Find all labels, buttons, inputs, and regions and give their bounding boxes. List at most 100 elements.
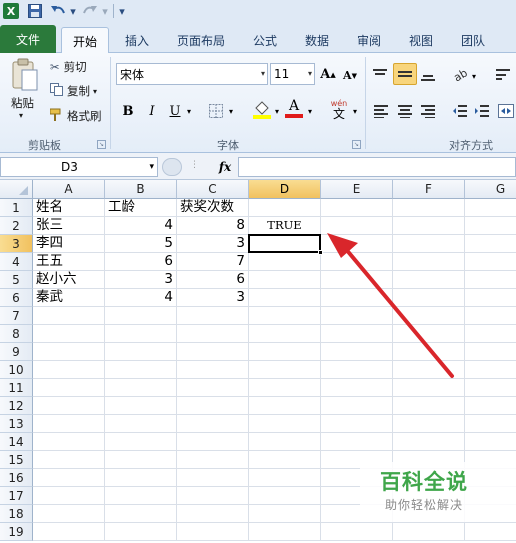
clipboard-launcher-icon[interactable]: ↘ [97, 140, 106, 149]
name-box-dropdown-icon[interactable]: ▾ [149, 158, 154, 176]
row-header-19[interactable]: 19 [0, 523, 33, 541]
cell-c18[interactable] [177, 505, 249, 523]
tab-team[interactable]: 团队 [450, 27, 496, 53]
tab-view[interactable]: 视图 [398, 27, 444, 53]
cell-c10[interactable] [177, 361, 249, 379]
phonetic-guide-button[interactable]: wén 文 [326, 97, 352, 123]
cell-c13[interactable] [177, 415, 249, 433]
cell-f13[interactable] [393, 415, 465, 433]
phonetic-dropdown-icon[interactable]: ▾ [350, 101, 360, 121]
cell-d16[interactable] [249, 469, 321, 487]
cell-c6[interactable]: 3 [177, 289, 249, 307]
cell-c5[interactable]: 6 [177, 271, 249, 289]
cell-g6[interactable] [465, 289, 516, 307]
cell-e5[interactable] [321, 271, 393, 289]
cell-e8[interactable] [321, 325, 393, 343]
formula-input[interactable] [238, 157, 516, 177]
row-header-12[interactable]: 12 [0, 397, 33, 415]
orientation-dropdown-icon[interactable]: ▾ [469, 66, 479, 86]
cell-e7[interactable] [321, 307, 393, 325]
name-box[interactable]: D3 ▾ [0, 157, 158, 177]
cell-c3[interactable]: 3 [177, 235, 249, 253]
insert-function-button[interactable]: fx [215, 157, 235, 177]
tab-page-layout[interactable]: 页面布局 [166, 27, 236, 53]
cell-b2[interactable]: 4 [105, 217, 177, 235]
cell-f9[interactable] [393, 343, 465, 361]
column-header-b[interactable]: B [105, 180, 177, 199]
cell-f8[interactable] [393, 325, 465, 343]
format-painter-button[interactable]: 格式刷 [49, 108, 102, 124]
tab-file[interactable]: 文件 [0, 25, 56, 53]
cell-d12[interactable] [249, 397, 321, 415]
formula-bar-expand-handle[interactable] [162, 158, 182, 176]
align-right-icon[interactable] [418, 101, 438, 121]
cell-a1[interactable]: 姓名 [33, 199, 105, 217]
cell-a2[interactable]: 张三 [33, 217, 105, 235]
increase-indent-icon[interactable] [472, 101, 492, 121]
font-launcher-icon[interactable]: ↘ [352, 140, 361, 149]
cell-f12[interactable] [393, 397, 465, 415]
customize-qat-icon[interactable]: ▾ [116, 3, 128, 19]
cell-e13[interactable] [321, 415, 393, 433]
row-header-7[interactable]: 7 [0, 307, 33, 325]
row-header-10[interactable]: 10 [0, 361, 33, 379]
cell-d10[interactable] [249, 361, 321, 379]
row-header-9[interactable]: 9 [0, 343, 33, 361]
font-color-dropdown-icon[interactable]: ▾ [305, 101, 315, 121]
row-header-2[interactable]: 2 [0, 217, 33, 235]
cell-a6[interactable]: 秦武 [33, 289, 105, 307]
cell-a16[interactable] [33, 469, 105, 487]
cell-d2[interactable]: TRUE [249, 217, 321, 235]
orientation-icon[interactable]: ab [450, 64, 470, 84]
save-icon[interactable] [26, 3, 44, 19]
redo-icon[interactable] [80, 3, 100, 19]
column-header-d[interactable]: D [249, 180, 321, 199]
cell-b12[interactable] [105, 397, 177, 415]
cell-f14[interactable] [393, 433, 465, 451]
cell-a8[interactable] [33, 325, 105, 343]
font-color-button[interactable]: A [284, 98, 304, 118]
cell-c8[interactable] [177, 325, 249, 343]
cell-c1[interactable]: 获奖次数 [177, 199, 249, 217]
cell-a10[interactable] [33, 361, 105, 379]
cell-b14[interactable] [105, 433, 177, 451]
cell-c12[interactable] [177, 397, 249, 415]
cut-button[interactable]: ✂ 剪切 [50, 59, 87, 75]
cell-d5[interactable] [249, 271, 321, 289]
cell-e4[interactable] [321, 253, 393, 271]
cell-c11[interactable] [177, 379, 249, 397]
cell-a18[interactable] [33, 505, 105, 523]
paste-label[interactable]: 粘贴 [11, 95, 34, 111]
cell-a3[interactable]: 李四 [33, 235, 105, 253]
cell-a14[interactable] [33, 433, 105, 451]
align-bottom-icon[interactable] [418, 65, 438, 85]
cell-d19[interactable] [249, 523, 321, 541]
cell-b5[interactable]: 3 [105, 271, 177, 289]
cell-c2[interactable]: 8 [177, 217, 249, 235]
align-middle-icon[interactable] [393, 63, 417, 85]
cell-a13[interactable] [33, 415, 105, 433]
cell-b9[interactable] [105, 343, 177, 361]
cell-d13[interactable] [249, 415, 321, 433]
cell-f4[interactable] [393, 253, 465, 271]
merge-center-icon[interactable] [496, 101, 516, 121]
row-header-8[interactable]: 8 [0, 325, 33, 343]
column-header-e[interactable]: E [321, 180, 393, 199]
row-header-17[interactable]: 17 [0, 487, 33, 505]
cell-c9[interactable] [177, 343, 249, 361]
cell-g8[interactable] [465, 325, 516, 343]
shrink-font-button[interactable]: A ▼ [340, 65, 360, 85]
border-icon[interactable] [206, 101, 226, 121]
cell-d6[interactable] [249, 289, 321, 307]
cell-e3[interactable] [321, 235, 393, 253]
cell-d7[interactable] [249, 307, 321, 325]
fill-handle[interactable] [318, 250, 323, 255]
cell-b8[interactable] [105, 325, 177, 343]
cell-e11[interactable] [321, 379, 393, 397]
column-header-g[interactable]: G [465, 180, 516, 199]
font-name-select[interactable]: 宋体 ▾ [116, 63, 268, 85]
cell-e12[interactable] [321, 397, 393, 415]
cell-c7[interactable] [177, 307, 249, 325]
cell-b16[interactable] [105, 469, 177, 487]
align-top-icon[interactable] [370, 65, 390, 85]
